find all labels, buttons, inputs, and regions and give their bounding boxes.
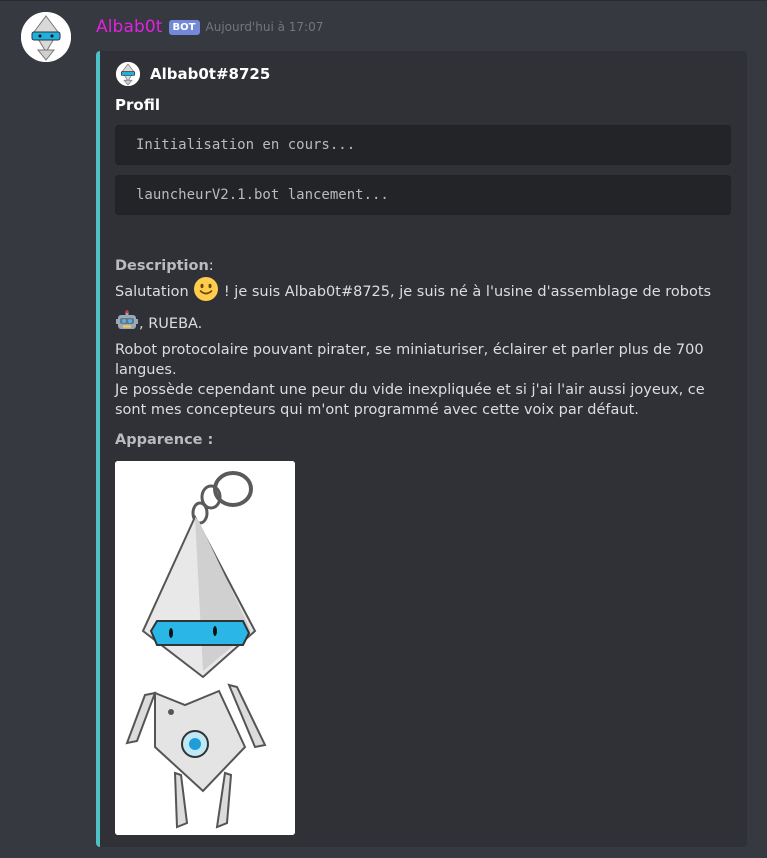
bot-tag: BOT [168,19,200,35]
description-line-3: Robot protocolaire pouvant pirater, se m… [115,342,704,378]
top-divider [0,0,767,1]
embed: Albab0t#8725 Profil Initialisation en co… [96,51,747,847]
timestamp[interactable]: Aujourd'hui à 17:07 [206,20,324,34]
description-line-2: , RUEBA. [115,310,731,340]
code-block-initialisation: Initialisation en cours... [115,125,731,165]
username[interactable]: Albab0t [96,17,163,37]
apparence-label: Apparence : [115,432,214,448]
author-icon [116,62,140,86]
embed-title: Profil [115,96,160,114]
description-label: Description [115,258,209,274]
description-line-4: Je possède cependant une peur du vide in… [115,382,705,418]
description-heading: Description: [115,256,731,276]
robot-illustration-image[interactable] [115,461,295,835]
rueba-text: , RUEBA. [139,316,203,332]
smile-emoji-icon[interactable] [193,276,219,308]
author-name: Albab0t#8725 [150,65,271,83]
description-colon: : [208,258,214,274]
message-header: Albab0t BOT Aujourd'hui à 17:07 [96,16,323,38]
intro-text: ! je suis Albab0t#8725, je suis né à l'u… [223,284,712,300]
description-line-1: Salutation ! je suis Albab0t#8725, je su… [115,276,731,308]
code-block-launcher: launcheurV2.1.bot lancement... [115,175,731,215]
salutation-text: Salutation [115,284,189,300]
embed-author: Albab0t#8725 [116,62,270,86]
bot-avatar[interactable] [21,12,71,62]
robot-emoji-icon[interactable] [115,310,139,340]
description: Description: Salutation ! je suis Albab0… [115,256,731,420]
